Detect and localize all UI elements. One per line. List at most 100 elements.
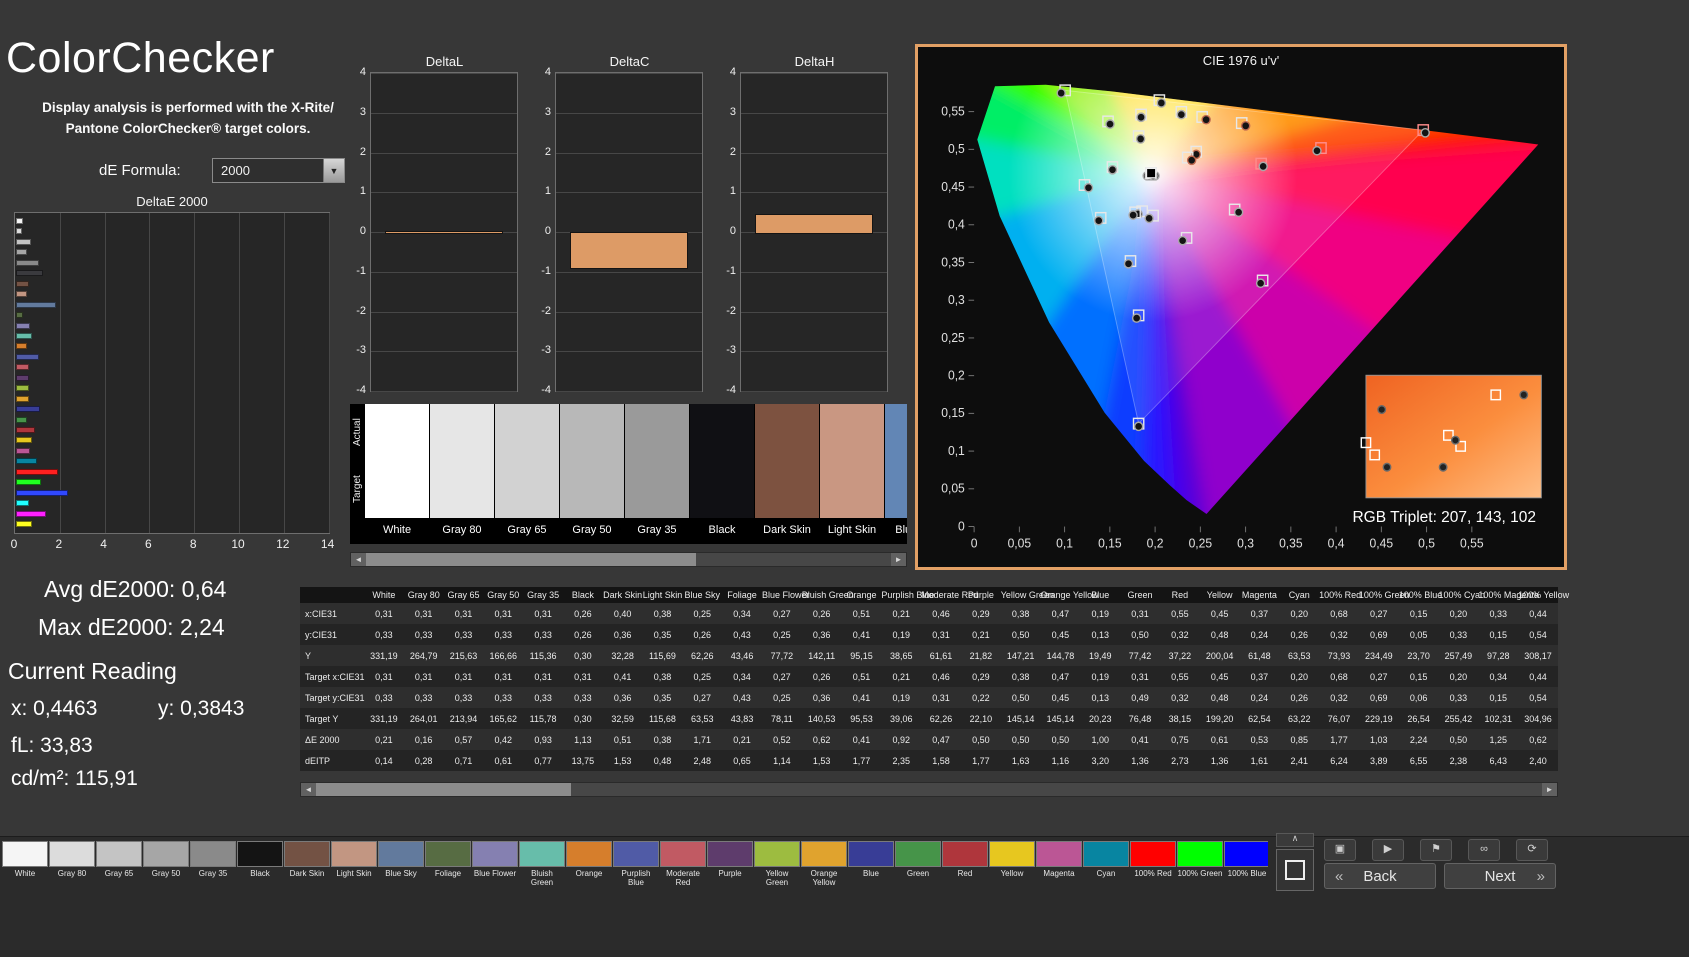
toolbar-swatch-gray-35[interactable]: Gray 35 [190,841,236,888]
scroll-left-icon[interactable]: ◄ [301,783,316,796]
table-cell: 0,55 [1171,671,1189,682]
table-cell: 1,53 [613,755,632,766]
table-row: ΔE 2000 0,21 0,16 0,57 0,42 0,93 1,13 0,51 0,38 1… [300,729,1558,750]
toolbar-swatch-yellow-green[interactable]: Yellow Green [754,841,800,888]
table-cell: 2,40 [1529,755,1547,766]
swatch-color [848,841,894,867]
toolbar-swatch-100-green[interactable]: 100% Green [1177,841,1223,888]
toolbar-swatch-black[interactable]: Black [237,841,283,888]
row-label: Target y:CIE31 [305,692,365,703]
table-cell: 0,20 [1449,671,1468,682]
toolbar-swatch-white[interactable]: White [2,841,48,888]
table-cell: 1,14 [773,755,791,766]
toolbar-swatch-purplish-blue[interactable]: Purplish Blue [613,841,659,888]
flag-button[interactable]: ⚑ [1420,839,1452,861]
swatch-label: Purple [718,869,742,878]
toolbar-swatch-orange-yellow[interactable]: Orange Yellow [801,841,847,888]
table-cell: 0,31 [1131,671,1149,682]
toolbar-swatch-gray-80[interactable]: Gray 80 [49,841,95,888]
table-cell: 0,15 [1489,629,1507,640]
strip-swatch-label: Gray 50 [560,518,624,544]
scroll-left-icon[interactable]: ◄ [351,553,366,566]
table-cell: 0,30 [574,713,592,724]
scrollbar-thumb[interactable] [316,783,571,796]
inset-measured-marker [1450,435,1460,445]
gridline [371,192,517,194]
toolbar-swatch-bluish-green[interactable]: Bluish Green [519,841,565,888]
column-header: Orange Yellow [1040,587,1099,603]
infinity-button[interactable]: ∞ [1468,839,1500,861]
table-cell: 0,31 [932,692,950,703]
scrollbar-thumb[interactable] [366,553,696,566]
toolbar-swatch-purple[interactable]: Purple [707,841,753,888]
monitor-button[interactable]: ▣ [1324,839,1356,861]
table-cell: 43,46 [730,650,754,661]
axis-tick-label: -1 [541,264,551,277]
play-button[interactable]: ▶ [1372,839,1404,861]
back-button[interactable]: « Back » [1324,863,1436,889]
measured-marker [1144,213,1154,224]
swatch-label: Gray 65 [104,869,134,878]
toolbar-swatch-orange[interactable]: Orange [566,841,612,888]
svg-text:0,4: 0,4 [1328,536,1345,550]
toolbar-swatch-foliage[interactable]: Foliage [425,841,471,888]
table-cell: 0,37 [1250,608,1269,619]
toolbar-swatch-gray-50[interactable]: Gray 50 [143,841,189,888]
toolbar-swatch-gray-65[interactable]: Gray 65 [96,841,142,888]
table-cell: 0,40 [613,608,632,619]
table-cell: 0,32 [1171,692,1189,703]
de-bar-100-cyan [16,500,30,507]
patch-strip-scrollbar[interactable]: ◄ ► [350,552,907,567]
scrollbar-track[interactable] [366,553,891,566]
layout-button[interactable] [1276,849,1314,891]
measured-marker [1258,161,1268,172]
measured-marker [1312,145,1322,156]
de-formula-dropdown[interactable]: 2000 ▼ [212,158,345,183]
table-cell: 0,33 [1489,608,1507,619]
table-cell: 0,41 [852,629,871,640]
table-cell: 0,30 [574,650,592,661]
gridline [556,351,702,353]
scroll-right-icon[interactable]: ► [891,553,906,566]
table-scrollbar[interactable]: ◄ ► [300,782,1558,797]
toolbar-swatch-cyan[interactable]: Cyan [1083,841,1129,888]
toolbar-swatch-yellow[interactable]: Yellow [989,841,1035,888]
table-cell: 0,36 [613,692,632,703]
measured-marker [1135,134,1146,144]
table-cell: 0,62 [1529,734,1547,745]
monitor-icon: ▣ [1334,843,1346,855]
next-button[interactable]: « Next » [1444,863,1556,889]
toolbar-swatch-magenta[interactable]: Magenta [1036,841,1082,888]
scrollbar-track[interactable] [316,783,1542,796]
toolbar-swatch-red[interactable]: Red [942,841,988,888]
page-title: ColorChecker [6,34,275,82]
toolbar-swatch-blue-sky[interactable]: Blue Sky [378,841,424,888]
collapse-button[interactable]: ∧ [1276,833,1314,847]
subtitle: Display analysis is performed with the X… [20,98,356,140]
toolbar-swatch-light-skin[interactable]: Light Skin [331,841,377,888]
strip-swatch-gray-35: Gray 35 [625,404,689,544]
deltaH-title: DeltaH [794,54,835,69]
table-cell: 0,51 [613,734,632,745]
row-label: Y [305,650,312,661]
axis-tick-label: 6 [145,537,152,551]
table-cell: 165,62 [489,713,518,724]
toolbar-swatch-100-blue[interactable]: 100% Blue [1224,841,1268,888]
scroll-right-icon[interactable]: ► [1542,783,1557,796]
toolbar-swatch-moderate-red[interactable]: Moderate Red [660,841,706,888]
gridline [371,112,517,114]
table-cell: 13,75 [571,755,595,766]
column-header: 100% Cyan [1438,587,1485,603]
table-cell: 0,46 [932,671,950,682]
toolbar-swatch-green[interactable]: Green [895,841,941,888]
toolbar-swatch-blue[interactable]: Blue [848,841,894,888]
toolbar-swatch-blue-flower[interactable]: Blue Flower [472,841,518,888]
refresh-button[interactable]: ⟳ [1516,839,1548,861]
toolbar-swatch-100-red[interactable]: 100% Red [1130,841,1176,888]
table-cell: 0,50 [1051,734,1070,745]
axis-tick-label: 2 [544,145,551,158]
chevron-down-icon[interactable]: ▼ [323,159,344,182]
de-bar-gray-50 [16,249,28,256]
table-row: Y 331,19 264,79 215,63 166,66 115,36 0,30 32,28… [300,645,1558,666]
toolbar-swatch-dark-skin[interactable]: Dark Skin [284,841,330,888]
